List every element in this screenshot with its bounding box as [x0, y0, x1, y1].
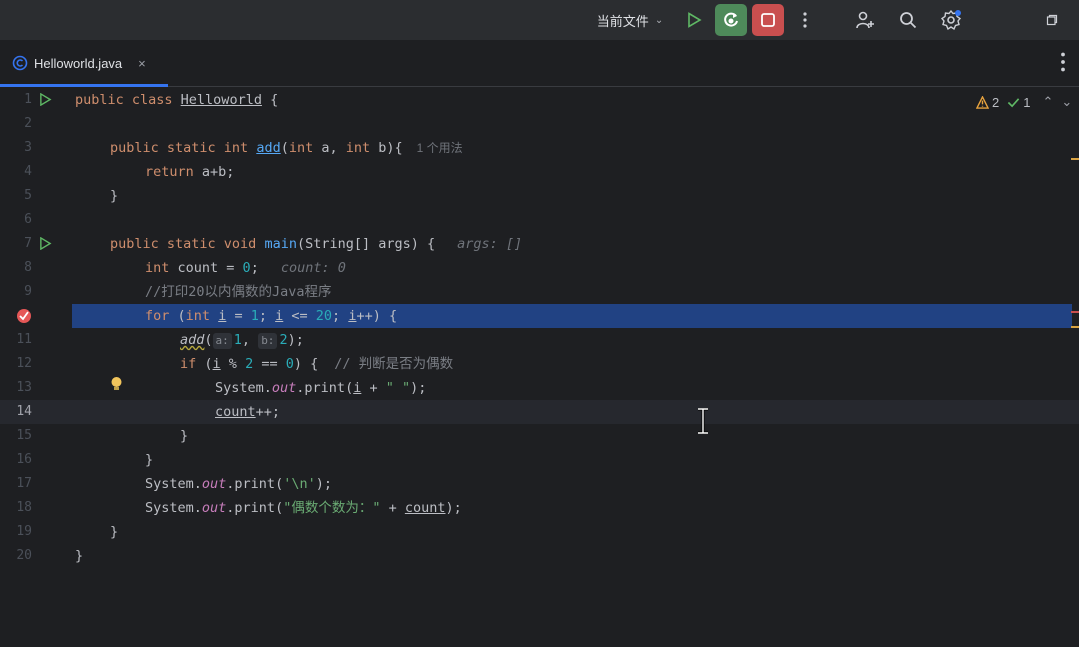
- code-line-13: System.out.print(i + " ");: [215, 380, 427, 396]
- line-number: 20: [16, 548, 32, 563]
- stop-button[interactable]: [752, 0, 784, 40]
- line-number: 13: [16, 380, 32, 395]
- line-number: 6: [24, 212, 32, 227]
- tab-label: Helloworld.java: [34, 55, 123, 71]
- line-number-current: 14: [16, 404, 32, 419]
- line-number: 8: [24, 260, 32, 275]
- main-toolbar: 当前文件 ⌄: [0, 0, 1079, 40]
- code-line-4: return a+b;: [145, 164, 235, 180]
- error-stripe-mark[interactable]: [1071, 326, 1079, 328]
- code-line-20: }: [75, 548, 84, 564]
- usages-lens[interactable]: 1 个用法: [417, 141, 463, 155]
- run-icon: [688, 12, 702, 28]
- tab-helloworld-java[interactable]: Helloworld.java ×: [0, 40, 168, 87]
- debug-inline-value: args: []: [457, 236, 523, 252]
- line-number: 19: [16, 524, 32, 539]
- code-line-10: for (int i = 1; i <= 20; i++) {: [145, 308, 398, 324]
- line-number: 12: [16, 356, 32, 371]
- text-cursor-icon: [698, 408, 708, 434]
- window-restore-button[interactable]: [1040, 0, 1064, 40]
- settings-icon: [940, 9, 962, 31]
- code-line-17: System.out.print('\n');: [145, 476, 332, 492]
- line-number: 9: [24, 284, 32, 299]
- code-line-14: count++;: [215, 404, 281, 420]
- error-stripe-mark[interactable]: [1071, 311, 1079, 313]
- tab-close-icon[interactable]: ×: [138, 56, 146, 71]
- settings-button[interactable]: [938, 0, 964, 40]
- chevron-up-icon[interactable]: ⌃: [1042, 94, 1053, 110]
- run-gutter-icon[interactable]: [39, 237, 52, 250]
- code-line-7: public static void main(String[] args) {…: [110, 236, 523, 252]
- code-line-5: }: [110, 188, 119, 204]
- run-config-selector[interactable]: 当前文件 ⌄: [590, 0, 670, 40]
- line-number: 7: [24, 236, 32, 251]
- code-line-8: int count = 0; count: 0: [145, 260, 346, 276]
- add-user-icon: [856, 11, 874, 29]
- rerun-debug-button[interactable]: [715, 0, 747, 40]
- lightbulb-icon[interactable]: [110, 376, 123, 392]
- run-config-label: 当前文件: [596, 13, 649, 29]
- code-line-3: public static int add(int a, int b){1 个用…: [110, 140, 463, 156]
- run-button[interactable]: [682, 0, 706, 40]
- editor-tab-bar: Helloworld.java ×: [0, 40, 1079, 87]
- line-number: 16: [16, 452, 32, 467]
- code-line-11: add(a: 1, b: 2);: [180, 332, 304, 349]
- rerun-icon: [724, 12, 738, 27]
- code-line-19: }: [110, 524, 119, 540]
- search-button[interactable]: [896, 0, 920, 40]
- breakpoint-icon[interactable]: [15, 307, 33, 325]
- more-icon: [803, 12, 807, 28]
- ok-count: 1: [1023, 94, 1031, 110]
- code-line-15: }: [180, 428, 189, 444]
- warning-icon: [976, 95, 989, 109]
- code-editor[interactable]: 2 1 ⌃ ⌄ 1 2 3 4 5 6 7 8 9 11 12 13 14 15…: [0, 88, 1079, 647]
- param-hint: b:: [258, 333, 278, 349]
- param-hint: a:: [212, 333, 232, 349]
- code-line-9: //打印20以内偶数的Java程序: [145, 284, 332, 300]
- check-icon: [1008, 97, 1020, 107]
- code-line-1: public class Helloworld {: [75, 92, 279, 108]
- debug-inline-value: count: 0: [280, 260, 346, 276]
- inspections-widget[interactable]: 2 1 ⌃ ⌄: [976, 94, 1072, 110]
- code-with-me-button[interactable]: [852, 0, 878, 40]
- line-number: 2: [24, 116, 32, 131]
- chevron-down-icon: ⌄: [654, 14, 664, 26]
- line-number: 17: [16, 476, 32, 491]
- more-actions-button[interactable]: [795, 0, 815, 40]
- warnings-count: 2: [992, 94, 1000, 110]
- line-number: 11: [16, 332, 32, 347]
- window-icon: [1046, 14, 1058, 26]
- code-line-18: System.out.print("偶数个数为：" + count);: [145, 500, 462, 516]
- tab-more-icon[interactable]: [1055, 52, 1071, 72]
- tab-active-indicator: [0, 84, 168, 87]
- line-number: 1: [24, 92, 32, 107]
- run-gutter-icon[interactable]: [39, 93, 52, 106]
- line-number: 18: [16, 500, 32, 515]
- code-line-16: }: [145, 452, 154, 468]
- line-number: 5: [24, 188, 32, 203]
- chevron-down-icon[interactable]: ⌄: [1061, 94, 1072, 110]
- error-stripe-mark[interactable]: [1071, 158, 1079, 160]
- line-number: 15: [16, 428, 32, 443]
- java-class-icon: [12, 55, 28, 71]
- search-icon: [900, 12, 917, 29]
- line-number: 3: [24, 140, 32, 155]
- code-line-12: if (i % 2 == 0) {// 判断是否为偶数: [180, 356, 454, 372]
- line-number: 4: [24, 164, 32, 179]
- stop-icon: [761, 13, 775, 27]
- caret-line-highlight: [0, 400, 1079, 424]
